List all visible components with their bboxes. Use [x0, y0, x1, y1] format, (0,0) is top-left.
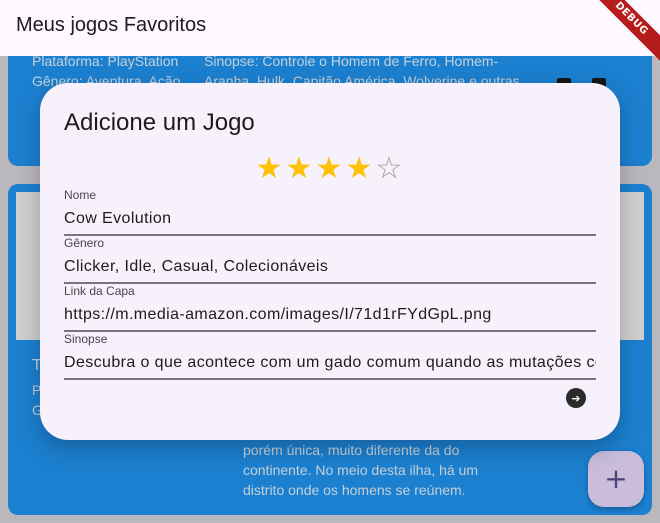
field-label: Sinopse	[64, 332, 108, 346]
app-bar: Meus jogos Favoritos	[0, 0, 660, 56]
name-input[interactable]: Cow Evolution	[64, 209, 596, 229]
cover-link-input[interactable]: https://m.media-amazon.com/images/I/71d1…	[64, 305, 596, 325]
field-label: Gênero	[64, 236, 105, 250]
star-icon[interactable]: ★	[284, 153, 314, 185]
app-title: Meus jogos Favoritos	[16, 14, 207, 36]
synopsis-field[interactable]: Sinopse Descubra o que acontece com um g…	[64, 332, 596, 380]
add-game-dialog: Adicione um Jogo ★ ★ ★ ★ ☆ Nome Cow Evol…	[40, 83, 620, 440]
genre-field[interactable]: Gênero Clicker, Idle, Casual, Colecionáv…	[64, 236, 596, 284]
genre-input[interactable]: Clicker, Idle, Casual, Colecionáveis	[64, 257, 596, 277]
star-icon[interactable]: ★	[314, 153, 344, 185]
field-underline	[64, 378, 596, 380]
arrow-right-icon: ➜	[571, 391, 581, 405]
field-label: Link da Capa	[64, 284, 135, 298]
submit-button[interactable]: ➜	[566, 388, 586, 408]
rating-stars[interactable]: ★ ★ ★ ★ ☆	[254, 153, 404, 185]
dialog-title: Adicione um Jogo	[64, 109, 255, 136]
star-outline-icon[interactable]: ☆	[374, 153, 404, 185]
synopsis-input[interactable]: Descubra o que acontece com um gado comu…	[64, 353, 596, 373]
star-icon[interactable]: ★	[344, 153, 374, 185]
field-label: Nome	[64, 188, 97, 202]
name-field[interactable]: Nome Cow Evolution	[64, 188, 596, 236]
cover-link-field[interactable]: Link da Capa https://m.media-amazon.com/…	[64, 284, 596, 332]
star-icon[interactable]: ★	[254, 153, 284, 185]
